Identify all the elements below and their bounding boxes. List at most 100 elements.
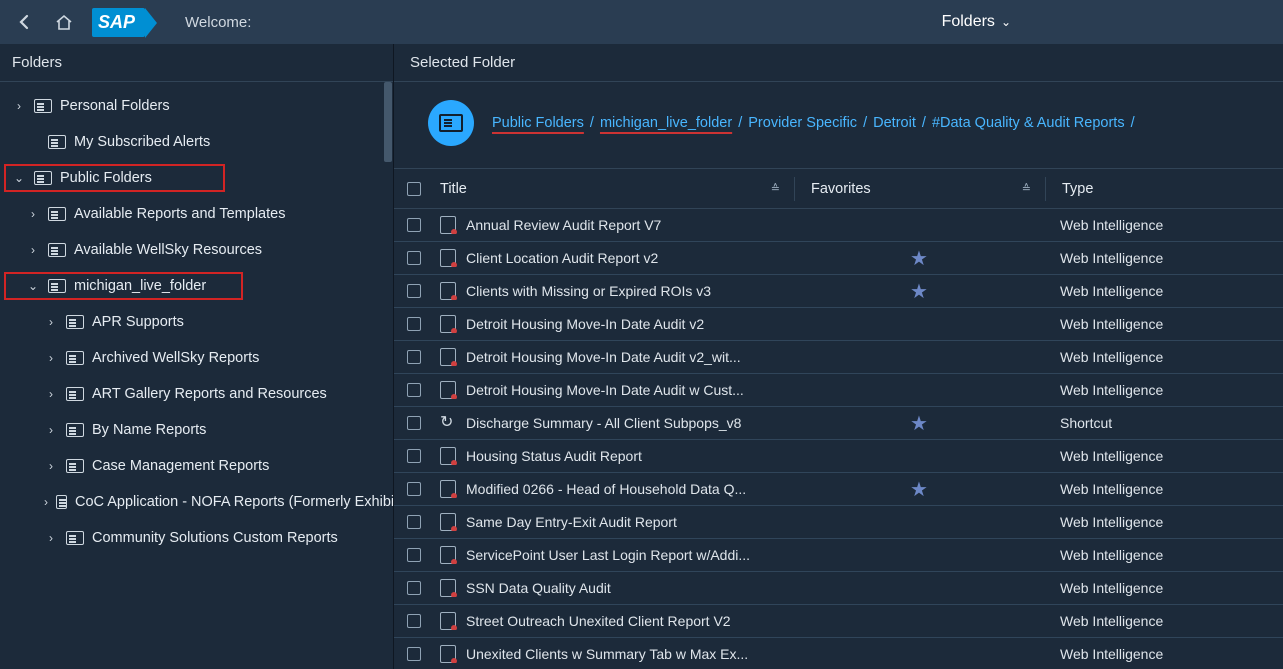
table-row[interactable]: Same Day Entry-Exit Audit ReportWeb Inte… bbox=[394, 506, 1283, 539]
folder-icon bbox=[48, 135, 66, 149]
scrollbar-thumb[interactable] bbox=[384, 82, 392, 162]
star-icon[interactable]: ★ bbox=[910, 246, 928, 271]
sidebar-item-label: ART Gallery Reports and Resources bbox=[92, 386, 327, 402]
table-row[interactable]: Discharge Summary - All Client Subpops_v… bbox=[394, 407, 1283, 440]
folder-icon bbox=[66, 387, 84, 401]
row-checkbox[interactable] bbox=[407, 383, 421, 397]
row-title: SSN Data Quality Audit bbox=[466, 580, 611, 596]
sidebar-item-available-reports[interactable]: › Available Reports and Templates bbox=[0, 196, 393, 232]
sidebar-item-michigan-live-folder[interactable]: ⌄ michigan_live_folder bbox=[0, 268, 393, 304]
sidebar-item-public-folders[interactable]: ⌄ Public Folders bbox=[0, 160, 393, 196]
column-type[interactable]: Type bbox=[1046, 181, 1283, 197]
row-checkbox[interactable] bbox=[407, 251, 421, 265]
table-row[interactable]: Clients with Missing or Expired ROIs v3★… bbox=[394, 275, 1283, 308]
row-checkbox[interactable] bbox=[407, 284, 421, 298]
row-type: Web Intelligence bbox=[1044, 481, 1283, 497]
folders-dropdown[interactable]: Folders ⌄ bbox=[942, 13, 1011, 31]
home-button[interactable] bbox=[52, 10, 76, 34]
back-button[interactable] bbox=[12, 10, 36, 34]
table-row[interactable]: Unexited Clients w Summary Tab w Max Ex.… bbox=[394, 638, 1283, 669]
sort-icon: ≙ bbox=[1022, 182, 1045, 195]
folder-icon bbox=[34, 99, 52, 113]
row-title: Unexited Clients w Summary Tab w Max Ex.… bbox=[466, 646, 748, 662]
breadcrumb-michigan[interactable]: michigan_live_folder bbox=[600, 115, 732, 131]
sidebar-item-case-management[interactable]: › Case Management Reports bbox=[0, 448, 393, 484]
star-icon[interactable]: ★ bbox=[910, 411, 928, 436]
row-checkbox[interactable] bbox=[407, 614, 421, 628]
folder-icon bbox=[66, 423, 84, 437]
sidebar-item-archived-wellsky[interactable]: › Archived WellSky Reports bbox=[0, 340, 393, 376]
sidebar-item-coc-application[interactable]: › CoC Application - NOFA Reports (Former… bbox=[0, 484, 393, 520]
column-favorites[interactable]: Favorites ≙ bbox=[795, 181, 1045, 197]
star-icon[interactable]: ★ bbox=[910, 477, 928, 502]
column-type-label: Type bbox=[1062, 181, 1093, 197]
table-row[interactable]: Detroit Housing Move-In Date Audit v2_wi… bbox=[394, 341, 1283, 374]
document-icon bbox=[440, 447, 456, 465]
folders-dropdown-label: Folders bbox=[942, 13, 995, 31]
folder-icon bbox=[66, 315, 84, 329]
chevron-down-icon: ⌄ bbox=[26, 279, 40, 293]
table-row[interactable]: ServicePoint User Last Login Report w/Ad… bbox=[394, 539, 1283, 572]
sidebar-item-by-name-reports[interactable]: › By Name Reports bbox=[0, 412, 393, 448]
breadcrumb-detroit[interactable]: Detroit bbox=[873, 115, 916, 131]
chevron-right-icon: › bbox=[44, 315, 58, 329]
document-icon bbox=[440, 249, 456, 267]
row-checkbox[interactable] bbox=[407, 416, 421, 430]
sidebar-item-available-wellsky[interactable]: › Available WellSky Resources bbox=[0, 232, 393, 268]
row-checkbox[interactable] bbox=[407, 515, 421, 529]
document-icon bbox=[440, 315, 456, 333]
star-icon[interactable]: ★ bbox=[910, 279, 928, 304]
row-type: Web Intelligence bbox=[1044, 316, 1283, 332]
breadcrumb-sep: / bbox=[1131, 115, 1135, 131]
row-title: Street Outreach Unexited Client Report V… bbox=[466, 613, 731, 629]
row-checkbox[interactable] bbox=[407, 350, 421, 364]
row-type: Web Intelligence bbox=[1044, 217, 1283, 233]
sidebar-item-my-subscribed-alerts[interactable]: My Subscribed Alerts bbox=[0, 124, 393, 160]
breadcrumb-folder-icon bbox=[428, 100, 474, 146]
sidebar-item-personal-folders[interactable]: › Personal Folders bbox=[0, 88, 393, 124]
table-row[interactable]: Modified 0266 - Head of Household Data Q… bbox=[394, 473, 1283, 506]
table-row[interactable]: Detroit Housing Move-In Date Audit w Cus… bbox=[394, 374, 1283, 407]
breadcrumb-provider-specific[interactable]: Provider Specific bbox=[748, 115, 857, 131]
table-row[interactable]: Annual Review Audit Report V7 Web Intelli… bbox=[394, 209, 1283, 242]
row-type: Web Intelligence bbox=[1044, 646, 1283, 662]
table-row[interactable]: Client Location Audit Report v2★Web Inte… bbox=[394, 242, 1283, 275]
row-checkbox[interactable] bbox=[407, 218, 421, 232]
row-title: Annual Review Audit Report V7 bbox=[466, 217, 661, 233]
table-row[interactable]: Street Outreach Unexited Client Report V… bbox=[394, 605, 1283, 638]
chevron-right-icon: › bbox=[26, 243, 40, 257]
table-row[interactable]: SSN Data Quality AuditWeb Intelligence bbox=[394, 572, 1283, 605]
folder-icon bbox=[66, 351, 84, 365]
row-checkbox[interactable] bbox=[407, 647, 421, 661]
chevron-right-icon: › bbox=[44, 495, 48, 509]
table-row[interactable]: Detroit Housing Move-In Date Audit v2Web… bbox=[394, 308, 1283, 341]
sidebar-item-art-gallery[interactable]: › ART Gallery Reports and Resources bbox=[0, 376, 393, 412]
table-row[interactable]: Housing Status Audit ReportWeb Intellige… bbox=[394, 440, 1283, 473]
document-icon bbox=[440, 546, 456, 564]
sidebar-item-label: APR Supports bbox=[92, 314, 184, 330]
sidebar-item-label: By Name Reports bbox=[92, 422, 206, 438]
sidebar-item-community-solutions[interactable]: › Community Solutions Custom Reports bbox=[0, 520, 393, 556]
select-all-checkbox[interactable] bbox=[407, 182, 421, 196]
breadcrumb-sep: / bbox=[590, 115, 598, 131]
chevron-right-icon: › bbox=[44, 387, 58, 401]
row-checkbox[interactable] bbox=[407, 482, 421, 496]
sidebar-item-label: michigan_live_folder bbox=[74, 278, 206, 294]
chevron-down-icon: ⌄ bbox=[12, 171, 26, 185]
row-checkbox[interactable] bbox=[407, 317, 421, 331]
sidebar-item-label: Available WellSky Resources bbox=[74, 242, 262, 258]
row-type: Web Intelligence bbox=[1044, 283, 1283, 299]
sidebar-item-apr-supports[interactable]: › APR Supports bbox=[0, 304, 393, 340]
document-icon bbox=[440, 579, 456, 597]
row-checkbox[interactable] bbox=[407, 548, 421, 562]
breadcrumb-data-quality[interactable]: #Data Quality & Audit Reports bbox=[932, 115, 1125, 131]
column-title[interactable]: Title ≙ bbox=[434, 181, 794, 197]
row-checkbox[interactable] bbox=[407, 581, 421, 595]
row-type: Web Intelligence bbox=[1044, 613, 1283, 629]
row-checkbox[interactable] bbox=[407, 449, 421, 463]
row-title: Detroit Housing Move-In Date Audit v2_wi… bbox=[466, 349, 741, 365]
chevron-right-icon: › bbox=[26, 207, 40, 221]
breadcrumb-public-folders[interactable]: Public Folders bbox=[492, 115, 584, 131]
row-type: Web Intelligence bbox=[1044, 547, 1283, 563]
report-table: Title ≙ Favorites ≙ Type Annual Review A… bbox=[394, 168, 1283, 669]
